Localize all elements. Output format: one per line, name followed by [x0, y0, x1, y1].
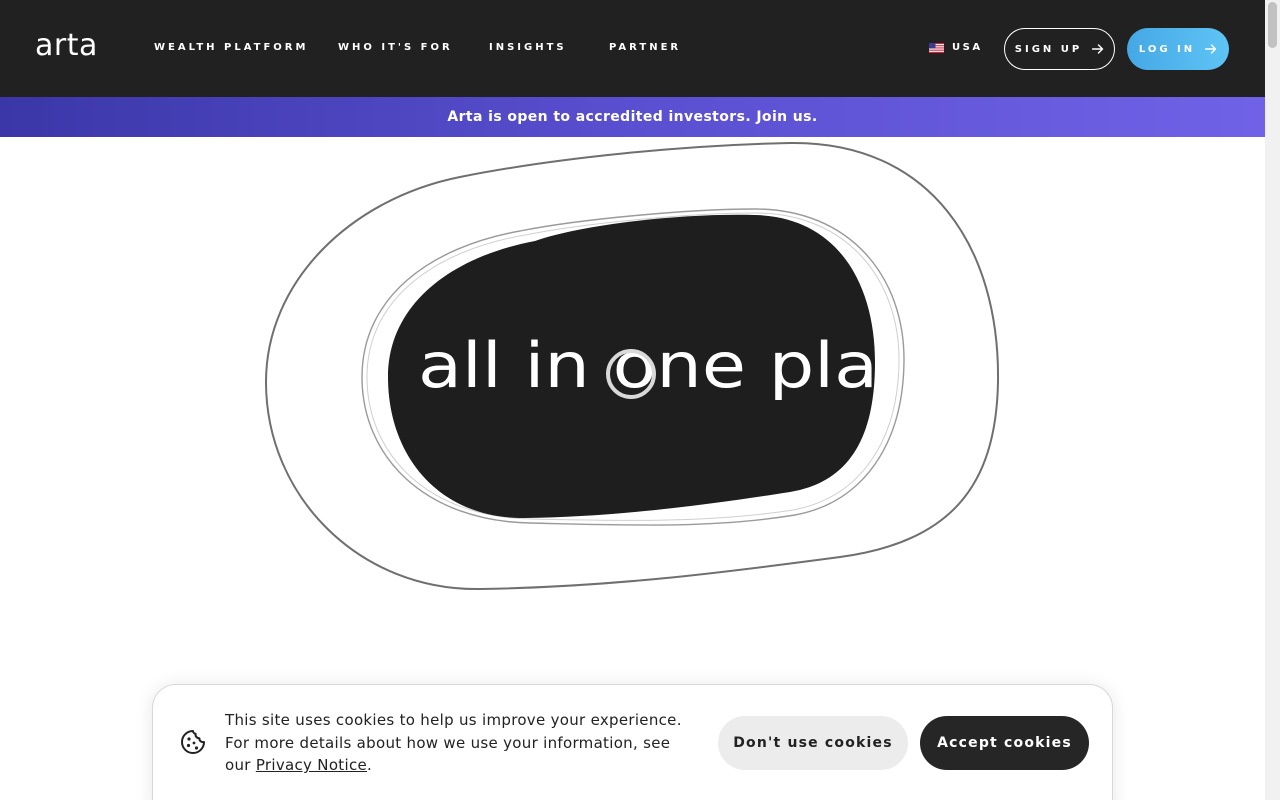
accept-cookies-button[interactable]: Accept cookies: [920, 716, 1089, 770]
cookie-message-end: .: [367, 756, 373, 774]
scrollbar-thumb[interactable]: [1268, 2, 1277, 48]
us-flag-icon: [929, 43, 944, 53]
nav-link-who-its-for[interactable]: WHO IT'S FOR: [338, 41, 453, 55]
arta-logo[interactable]: arta: [35, 26, 98, 66]
region-label: USA: [952, 42, 983, 53]
sign-up-label: SIGN UP: [1014, 43, 1083, 55]
announcement-text[interactable]: Arta is open to accredited investors. Jo…: [447, 109, 817, 125]
announcement-banner[interactable]: Arta is open to accredited investors. Jo…: [0, 97, 1265, 137]
sign-up-button[interactable]: SIGN UP: [1004, 28, 1115, 70]
page-scrollbar[interactable]: [1265, 0, 1280, 800]
hero-pill-graphic: all in one pla: [264, 141, 1000, 591]
cookie-message: This site uses cookies to help us improv…: [225, 709, 695, 777]
nav-link-wealth-platform[interactable]: WEALTH PLATFORM: [154, 41, 308, 55]
top-navigation-bar: arta WEALTH PLATFORM WHO IT'S FOR INSIGH…: [0, 0, 1265, 97]
log-in-button[interactable]: LOG IN: [1127, 28, 1229, 70]
privacy-notice-link[interactable]: Privacy Notice: [256, 756, 367, 774]
log-in-label: LOG IN: [1138, 43, 1196, 55]
page: arta WEALTH PLATFORM WHO IT'S FOR INSIGH…: [0, 0, 1280, 800]
region-selector[interactable]: USA: [929, 41, 983, 55]
cookie-consent-banner: This site uses cookies to help us improv…: [152, 684, 1113, 800]
nav-link-partner[interactable]: PARTNER: [609, 41, 681, 55]
dont-use-cookies-button[interactable]: Don't use cookies: [718, 716, 908, 770]
cookie-icon: [181, 730, 205, 754]
hero-graphic: all in one pla: [250, 137, 1020, 607]
arrow-right-icon: [1205, 44, 1217, 54]
nav-link-insights[interactable]: INSIGHTS: [489, 41, 567, 55]
arrow-right-icon: [1092, 44, 1104, 54]
